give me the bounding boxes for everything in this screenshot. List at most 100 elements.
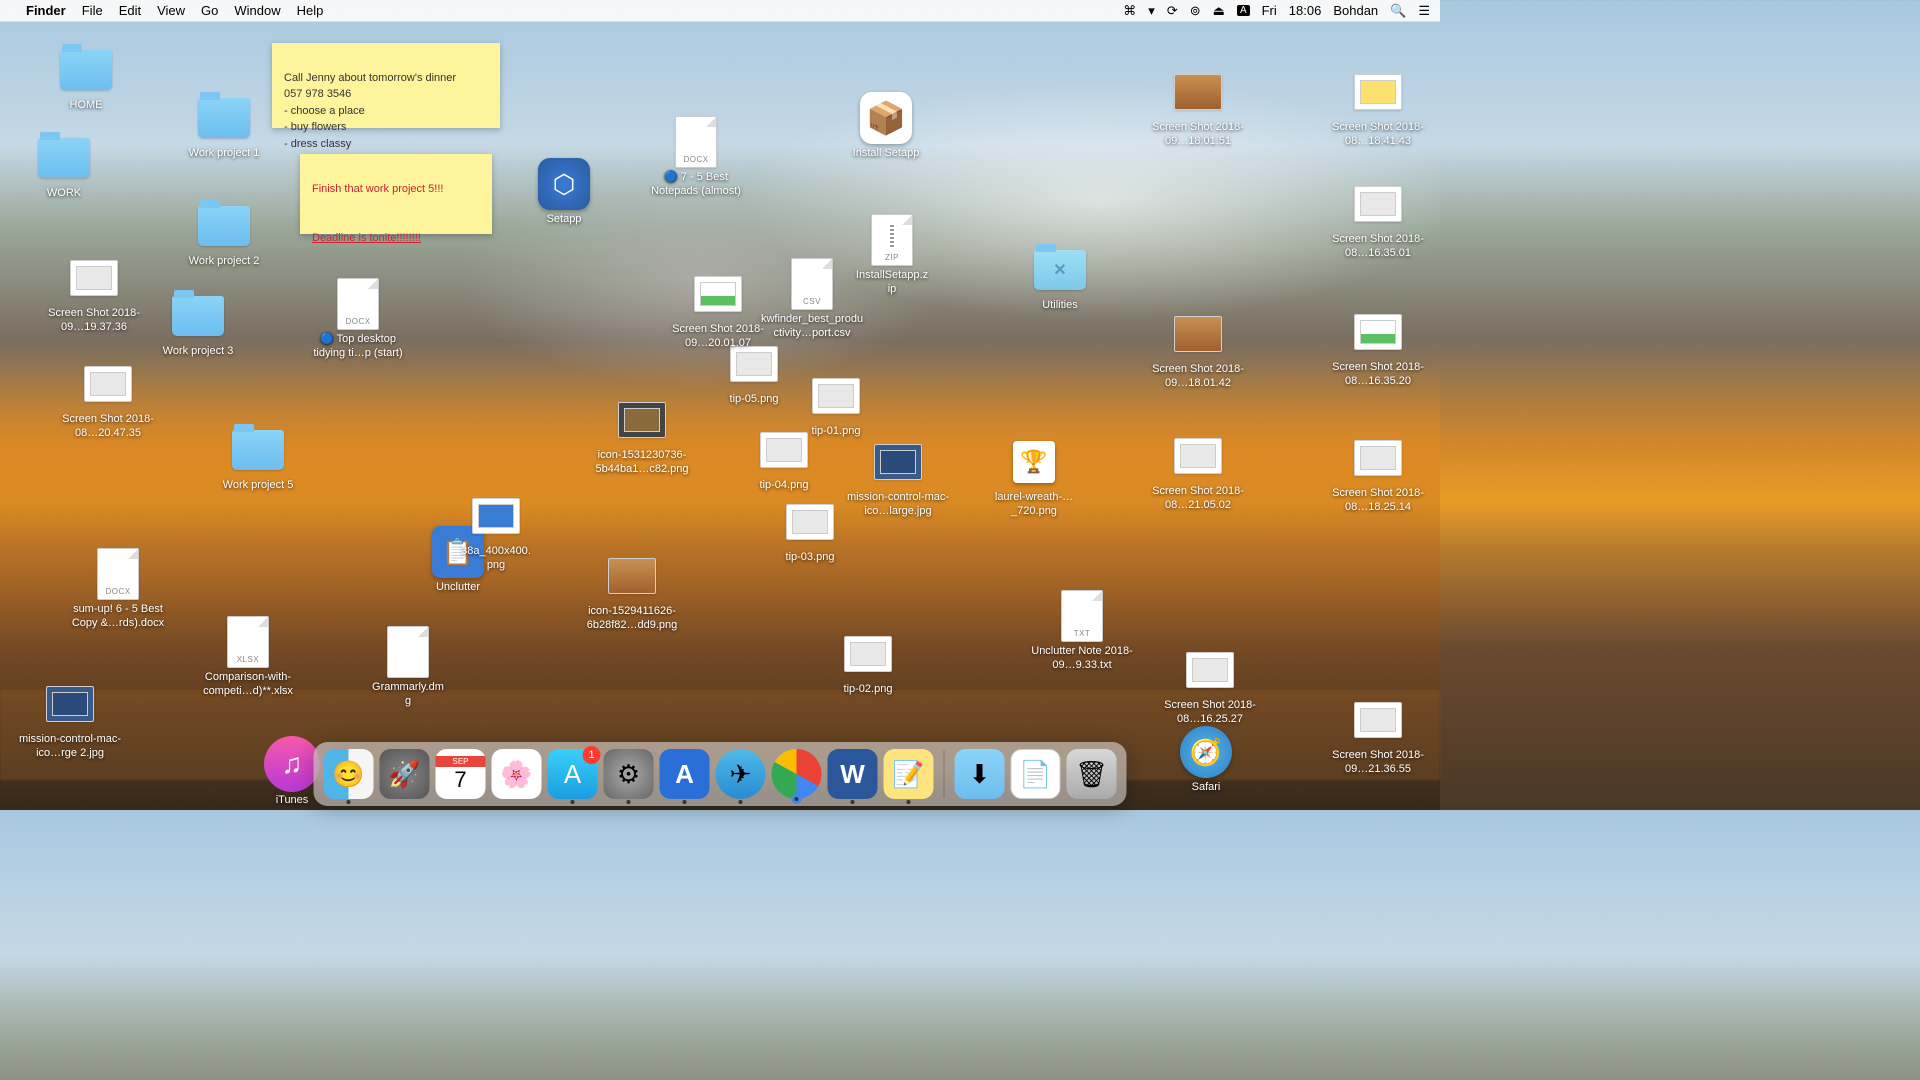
file-laurel-png[interactable]: 🏆 laurel-wreath-…_720.png <box>974 436 1094 520</box>
notification-center-icon[interactable]: ☰ <box>1418 3 1430 19</box>
file-tip04[interactable]: tip-04.png <box>744 424 824 494</box>
wifi-icon[interactable]: ⊚ <box>1190 3 1201 19</box>
file-comparison-xlsx[interactable]: XLSX Comparison-with-competi…d)**.xlsx <box>188 616 308 700</box>
appstore-badge: 1 <box>583 746 601 764</box>
screenshot-9[interactable]: Screen Shot 2018-08…16.35.01 <box>1318 178 1438 262</box>
file-icon1531-png[interactable]: icon-1531230736-5b44ba1…c82.png <box>582 394 702 478</box>
image-icon <box>608 558 656 594</box>
menu-file[interactable]: File <box>82 3 103 18</box>
menuextra-tray-icon[interactable]: ▾ <box>1148 3 1155 19</box>
screenshot-icon <box>70 260 118 296</box>
folder-icon <box>38 138 90 178</box>
screenshot-1[interactable]: Screen Shot 2018-09…19.37.36 <box>34 252 154 336</box>
sticky-note-1[interactable]: Call Jenny about tomorrow's dinner 057 9… <box>272 43 500 128</box>
menubar-time[interactable]: 18:06 <box>1289 3 1322 18</box>
screenshot-icon <box>1354 440 1402 476</box>
menu-help[interactable]: Help <box>297 3 324 18</box>
menu-edit[interactable]: Edit <box>119 3 141 18</box>
screenshot-icon <box>84 366 132 402</box>
menu-window[interactable]: Window <box>234 3 280 18</box>
folder-icon <box>60 50 112 90</box>
screenshot-10[interactable]: Screen Shot 2018-08…16.35.20 <box>1318 306 1438 390</box>
screenshot-12[interactable]: Screen Shot 2018-09…21.36.55 <box>1318 694 1438 778</box>
file-sumup-docx[interactable]: DOCX sum-up! 6 - 5 Best Copy &…rds).docx <box>58 548 178 632</box>
dock-documents-stack[interactable]: 📄 <box>1011 749 1061 799</box>
txt-icon: TXT <box>1061 590 1103 642</box>
folder-wp2[interactable]: Work project 2 <box>184 200 264 270</box>
dock-app-a[interactable]: A <box>660 749 710 799</box>
image-icon <box>874 444 922 480</box>
install-setapp-icon: 📦 <box>860 92 912 144</box>
sticky-note-2-line2: Deadline is tonite!!!!!!!! <box>312 232 421 244</box>
sticky-note-2[interactable]: Finish that work project 5!!! Deadline i… <box>300 154 492 234</box>
dock: 😊 🚀 SEP 7 🌸 A 1 ⚙ A ✈ W 📝 ⬇ 📄 🗑 <box>314 742 1127 806</box>
dock-trash[interactable]: 🗑 <box>1067 749 1117 799</box>
dock-system-prefs[interactable]: ⚙ <box>604 749 654 799</box>
screenshot-icon <box>1354 702 1402 738</box>
image-icon <box>760 432 808 468</box>
screenshot-5[interactable]: Screen Shot 2018-09…18.01.42 <box>1138 308 1258 392</box>
docx-icon: DOCX <box>675 116 717 168</box>
file-notepads-docx[interactable]: DOCX 🔵 7 - 5 Best Notepads (almost) <box>636 116 756 200</box>
screenshot-2[interactable]: Screen Shot 2018-08…20.47.35 <box>48 358 168 442</box>
menu-view[interactable]: View <box>157 3 185 18</box>
folder-wp1[interactable]: Work project 1 <box>184 92 264 162</box>
screenshot-11[interactable]: Screen Shot 2018-08…18.25.14 <box>1318 432 1438 516</box>
file-mission-large[interactable]: mission-control-mac-ico…large.jpg <box>838 436 958 520</box>
dock-telegram[interactable]: ✈ <box>716 749 766 799</box>
menuextra-icon[interactable]: ⌘ <box>1123 3 1136 19</box>
dock-calendar[interactable]: SEP 7 <box>436 749 486 799</box>
folder-icon <box>198 206 250 246</box>
folder-utilities[interactable]: Utilities <box>1020 244 1100 314</box>
screenshot-4[interactable]: Screen Shot 2018-09…18.01.51 <box>1138 66 1258 150</box>
app-setapp[interactable]: ⬡ Setapp <box>524 158 604 228</box>
dock-word[interactable]: W <box>828 749 878 799</box>
dock-launchpad[interactable]: 🚀 <box>380 749 430 799</box>
menu-go[interactable]: Go <box>201 3 218 18</box>
file-top-desktop-docx[interactable]: DOCX 🔵 Top desktop tidying ti…p (start) <box>298 278 418 362</box>
csv-icon: CSV <box>791 258 833 310</box>
folder-home[interactable]: HOME <box>46 44 126 114</box>
calendar-month: SEP <box>436 756 486 767</box>
docx-icon: DOCX <box>337 278 379 330</box>
screenshot-3[interactable]: Screen Shot 2018-09…20.01.07 <box>658 268 778 352</box>
image-icon <box>472 498 520 534</box>
dock-separator <box>944 750 945 798</box>
file-unclutter-txt[interactable]: TXT Unclutter Note 2018-09…9.33.txt <box>1022 590 1142 674</box>
screenshot-icon <box>1174 316 1222 352</box>
file-icon1529-png[interactable]: icon-1529411626-6b28f82…dd9.png <box>572 550 692 634</box>
file-grammarly-dmg[interactable]: Grammarly.dmg <box>368 626 448 710</box>
dock-photos[interactable]: 🌸 <box>492 749 542 799</box>
menubar-user[interactable]: Bohdan <box>1333 3 1378 18</box>
folder-wp5[interactable]: Work project 5 <box>218 424 298 494</box>
app-install-setapp[interactable]: 📦 Install Setapp <box>846 92 926 162</box>
screenshot-icon <box>694 276 742 312</box>
xlsx-icon: XLSX <box>227 616 269 668</box>
menuextra-sync-icon[interactable]: ⟳ <box>1167 3 1178 19</box>
screenshot-7[interactable]: Screen Shot 2018-08…16.25.27 <box>1150 644 1270 728</box>
image-icon <box>844 636 892 672</box>
eject-icon[interactable]: ⏏ <box>1213 3 1225 19</box>
folder-icon <box>1034 250 1086 290</box>
screenshot-icon <box>1354 186 1402 222</box>
file-mission-2[interactable]: mission-control-mac-ico…rge 2.jpg <box>10 678 130 762</box>
menubar-app[interactable]: Finder <box>26 3 66 18</box>
app-safari[interactable]: 🧭 Safari <box>1166 726 1246 796</box>
folder-icon <box>172 296 224 336</box>
dock-finder[interactable]: 😊 <box>324 749 374 799</box>
file-tip02[interactable]: tip-02.png <box>828 628 908 698</box>
screenshot-8[interactable]: Screen Shot 2018-08…18.41.43 <box>1318 66 1438 150</box>
input-source-icon[interactable]: A <box>1237 5 1250 16</box>
dock-appstore[interactable]: A 1 <box>548 749 598 799</box>
spotlight-icon[interactable]: 🔍 <box>1390 3 1406 19</box>
dock-stickies[interactable]: 📝 <box>884 749 934 799</box>
dock-downloads[interactable]: ⬇ <box>955 749 1005 799</box>
folder-icon <box>198 98 250 138</box>
menubar-day[interactable]: Fri <box>1262 3 1277 18</box>
calendar-day: 7 <box>454 767 466 793</box>
file-38a-png[interactable]: 38a_400x400.png <box>456 490 536 574</box>
screenshot-6[interactable]: Screen Shot 2018-08…21.05.02 <box>1138 430 1258 514</box>
folder-wp3[interactable]: Work project 3 <box>158 290 238 360</box>
folder-work[interactable]: WORK <box>24 132 104 202</box>
dock-chrome[interactable] <box>772 749 822 799</box>
